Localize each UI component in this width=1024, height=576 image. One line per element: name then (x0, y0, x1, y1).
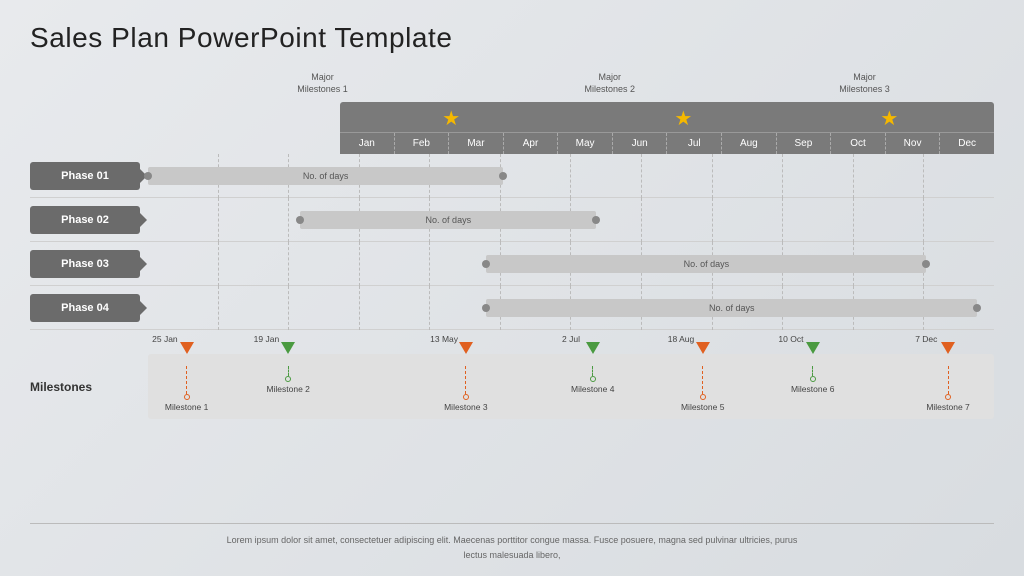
milestone-marker-1: 25 Jan Milestone 1 (165, 354, 208, 412)
month-feb: Feb (395, 133, 450, 154)
month-nov: Nov (886, 133, 941, 154)
phase-bar-area-02: No. of days (148, 198, 994, 242)
bar-dot-left-02 (296, 216, 304, 224)
slide: Sales Plan PowerPoint Template MajorMile… (0, 0, 1024, 576)
bar-dot-right-01 (499, 172, 507, 180)
milestones-section: Milestones 25 Jan Milestone 1 19 Jan Mil (30, 334, 994, 419)
milestone-marker-4: 2 Jul Milestone 4 (571, 354, 614, 394)
star-marker-1: ★ (442, 106, 460, 131)
month-mar: Mar (449, 133, 504, 154)
milestone-marker-7: 7 Dec Milestone 7 (926, 354, 969, 412)
phase-row-04: Phase 04 No. of days (30, 286, 994, 330)
milestone-header-1: MajorMilestones 1 (297, 72, 348, 95)
month-labels-row: Jan Feb Mar Apr May Jun Jul Aug Sep Oct … (340, 132, 994, 154)
month-oct: Oct (831, 133, 886, 154)
phase-bar-01: No. of days (148, 167, 503, 185)
phase-row-02: Phase 02 No. of days (30, 198, 994, 242)
bar-dot-right-02 (592, 216, 600, 224)
month-jun: Jun (613, 133, 668, 154)
phase-bar-area-04: No. of days (148, 286, 994, 330)
milestone-arrow-6 (806, 342, 820, 354)
phase-bar-02: No. of days (300, 211, 596, 229)
month-dec: Dec (940, 133, 994, 154)
bar-dot-left-01 (144, 172, 152, 180)
phase-label-03: Phase 03 (30, 250, 140, 278)
month-jul: Jul (667, 133, 722, 154)
phase-row-03: Phase 03 No. of days (30, 242, 994, 286)
phase-bar-03: No. of days (486, 255, 926, 273)
milestone-arrow-4 (586, 342, 600, 354)
phase-row-01: Phase 01 No. of days (30, 154, 994, 198)
milestone-header-3: MajorMilestones 3 (839, 72, 890, 95)
footer-divider (30, 523, 994, 524)
phase-bar-area-03: No. of days (148, 242, 994, 286)
month-apr: Apr (504, 133, 559, 154)
milestones-label: Milestones (30, 334, 140, 419)
milestone-marker-2: 19 Jan Milestone 2 (266, 354, 309, 394)
month-sep: Sep (777, 133, 832, 154)
milestone-header-2: MajorMilestones 2 (584, 72, 635, 95)
bar-dot-left-03 (482, 260, 490, 268)
milestone-arrow-5 (696, 342, 710, 354)
phase-label-01: Phase 01 (30, 162, 140, 190)
page-title: Sales Plan PowerPoint Template (30, 22, 994, 54)
month-aug: Aug (722, 133, 777, 154)
phase-bar-04: No. of days (486, 299, 977, 317)
milestones-bar-area: 25 Jan Milestone 1 19 Jan Milestone 2 (148, 354, 994, 419)
bar-dot-right-04 (973, 304, 981, 312)
star-marker-3: ★ (880, 106, 898, 131)
month-may: May (558, 133, 613, 154)
milestone-marker-6: 10 Oct Milestone 6 (791, 354, 834, 394)
milestone-arrow-2 (281, 342, 295, 354)
milestone-arrow-7 (941, 342, 955, 354)
bar-dot-right-03 (922, 260, 930, 268)
bar-dot-left-04 (482, 304, 490, 312)
milestone-arrow-1 (180, 342, 194, 354)
gantt-area: MajorMilestones 1 MajorMilestones 2 Majo… (30, 72, 994, 419)
milestone-arrow-3 (459, 342, 473, 354)
phase-label-04: Phase 04 (30, 294, 140, 322)
milestone-marker-3: 13 May Milestone 3 (444, 354, 487, 412)
month-jan: Jan (340, 133, 395, 154)
phase-bar-area-01: No. of days (148, 154, 994, 198)
milestone-marker-5: 18 Aug Milestone 5 (681, 354, 724, 412)
footer-text: Lorem ipsum dolor sit amet, consectetuer… (30, 533, 994, 562)
phase-label-02: Phase 02 (30, 206, 140, 234)
star-marker-2: ★ (674, 106, 692, 131)
